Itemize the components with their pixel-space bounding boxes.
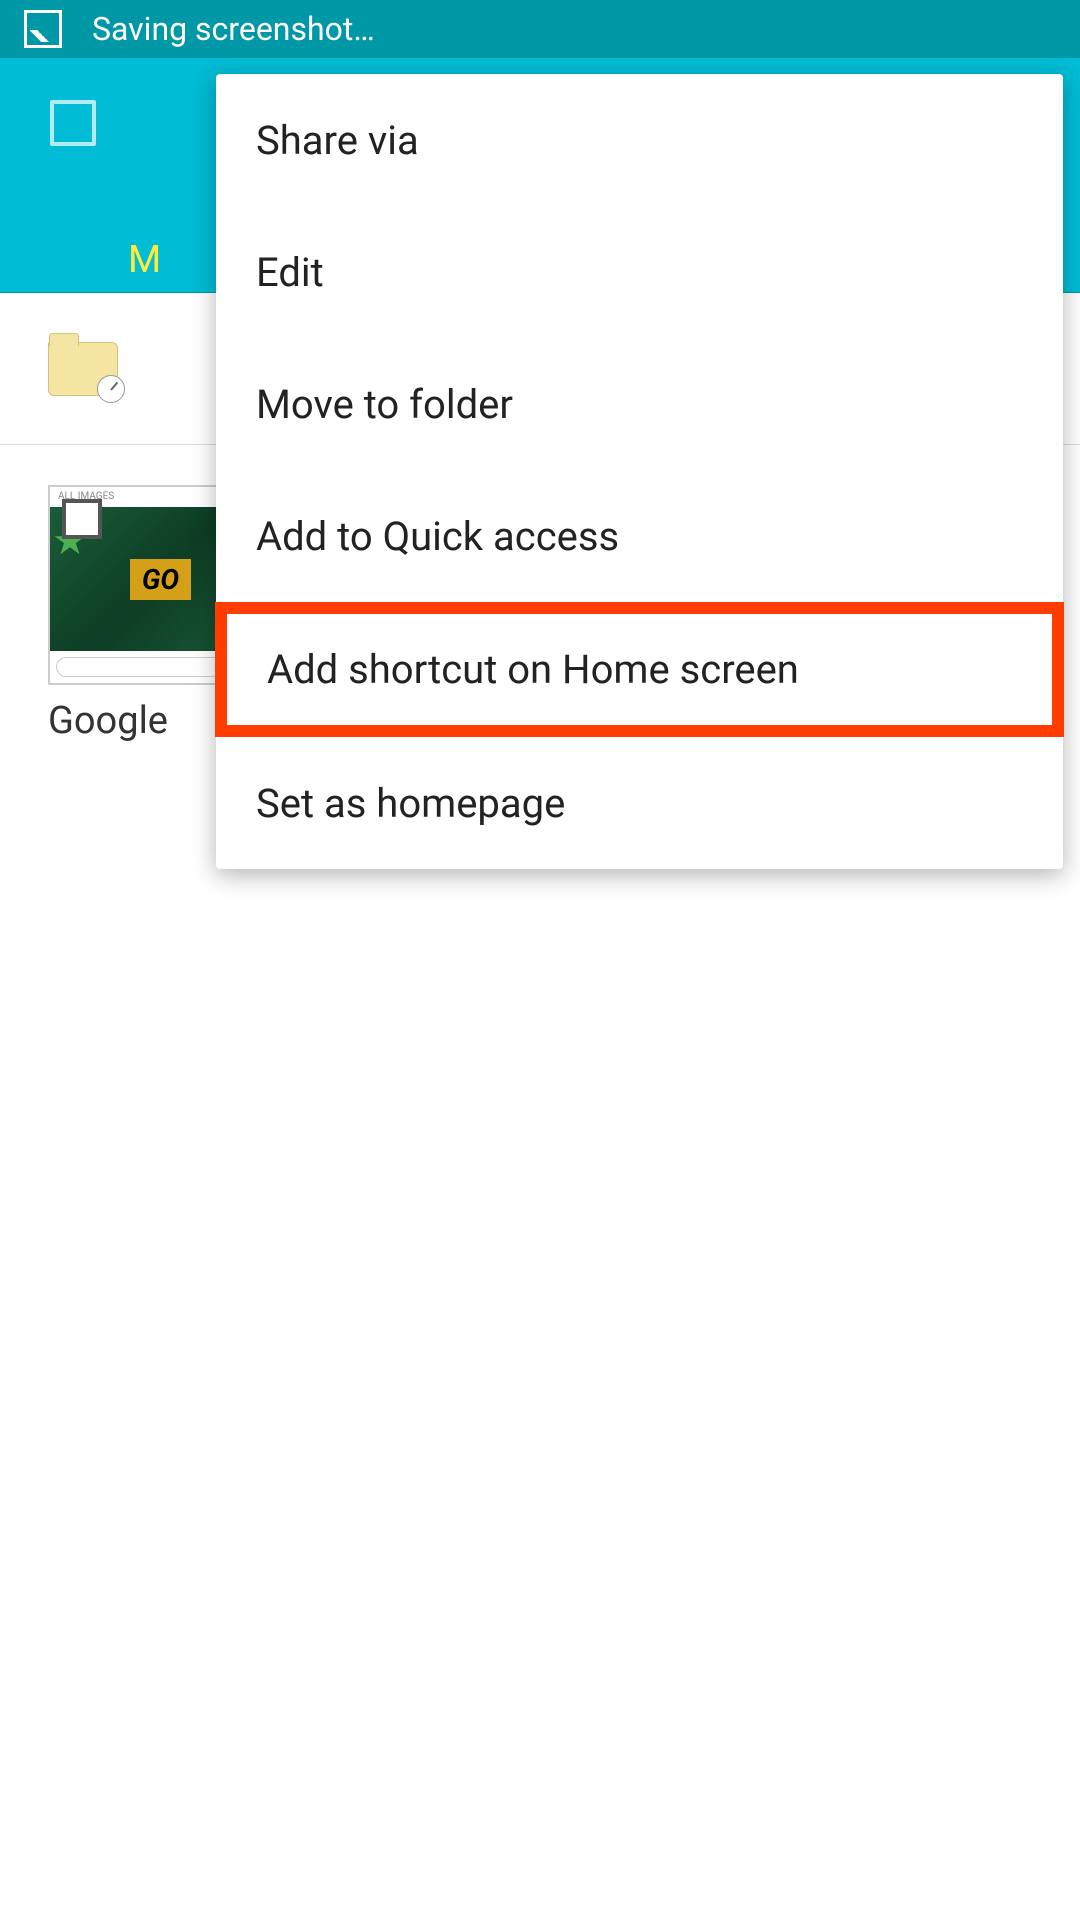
image-icon [24, 10, 62, 48]
header-tab-partial[interactable]: M [128, 238, 161, 282]
item-checkbox[interactable] [62, 499, 102, 539]
status-text: Saving screenshot… [92, 10, 375, 48]
clock-icon [97, 375, 125, 403]
status-bar: Saving screenshot… [0, 0, 1080, 58]
menu-edit[interactable]: Edit [216, 206, 1063, 338]
menu-set-homepage[interactable]: Set as homepage [216, 737, 1063, 869]
menu-share-via[interactable]: Share via [216, 74, 1063, 206]
select-all-checkbox[interactable] [50, 100, 96, 146]
context-menu: Share via Edit Move to folder Add to Qui… [216, 74, 1063, 869]
folder-icon [48, 342, 118, 396]
go-text: GO [130, 559, 191, 600]
menu-add-quick-access[interactable]: Add to Quick access [216, 470, 1063, 602]
menu-add-shortcut-home[interactable]: Add shortcut on Home screen [215, 602, 1064, 737]
menu-move-to-folder[interactable]: Move to folder [216, 338, 1063, 470]
